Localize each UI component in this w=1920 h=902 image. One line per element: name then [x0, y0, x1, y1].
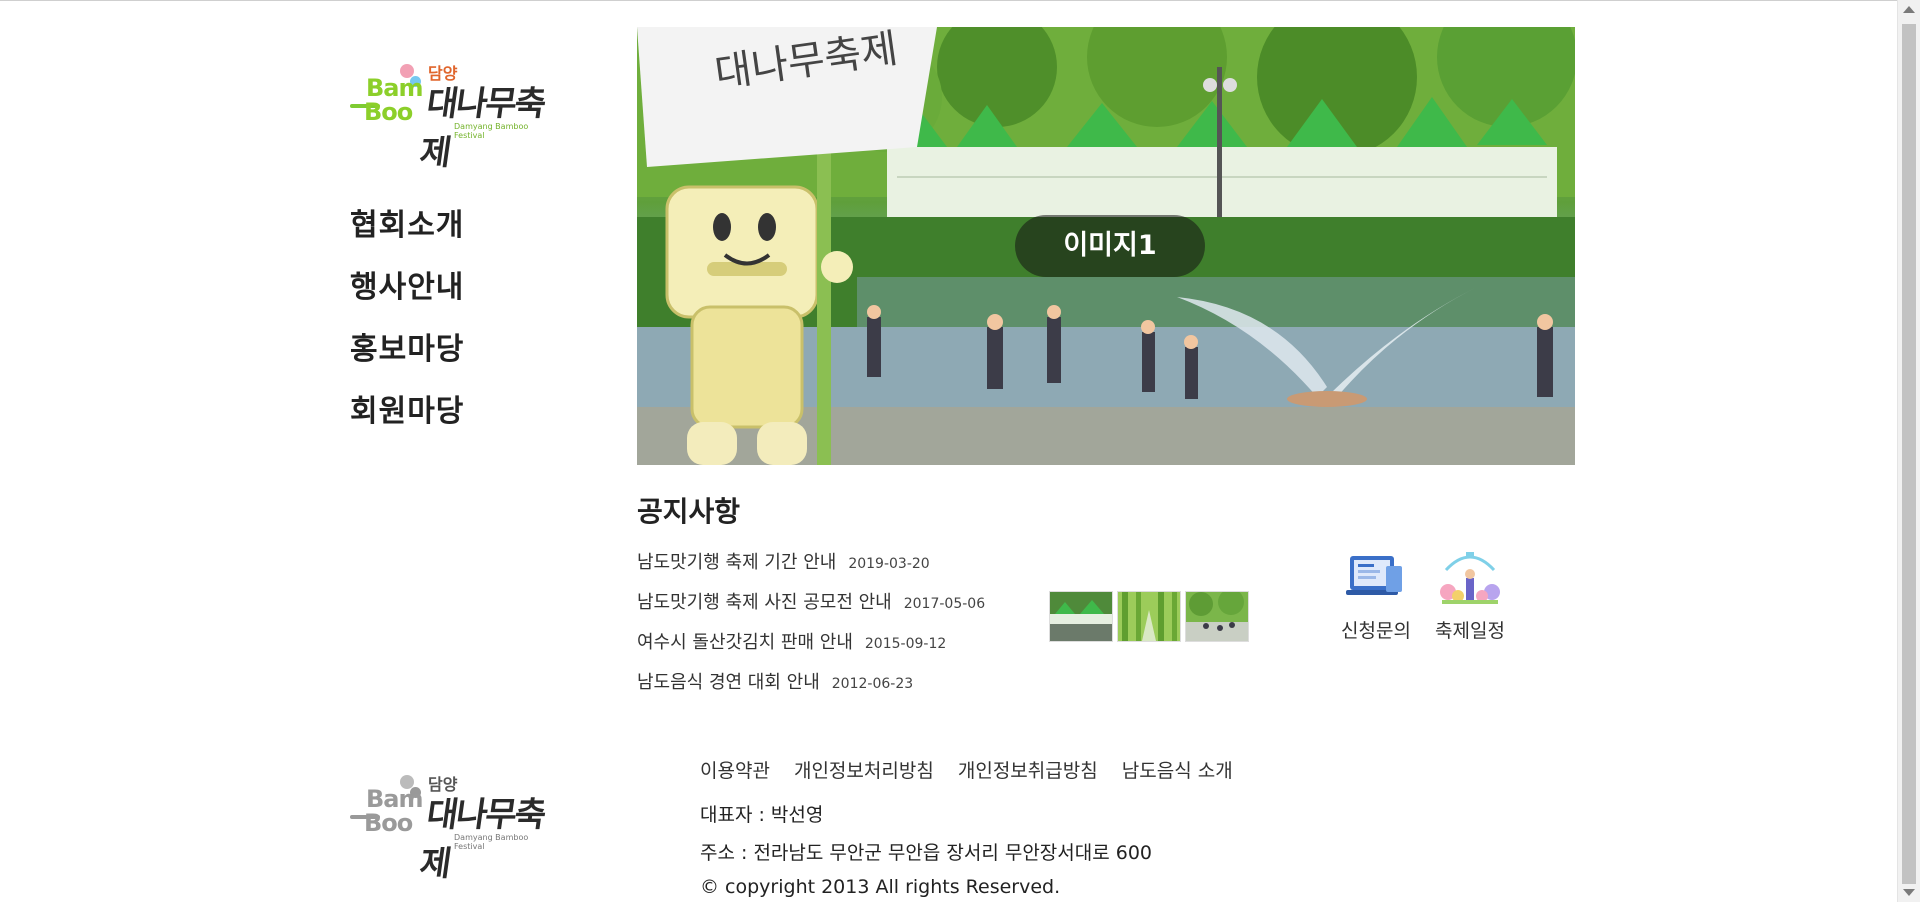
notice-date: 2012-06-23	[831, 676, 914, 692]
notice-title[interactable]: 남도맛기행 축제 기간 안내	[637, 552, 836, 573]
notice-title[interactable]: 남도음식 경연 대회 안내	[637, 672, 820, 693]
quick-link-label: 축제일정	[1435, 620, 1505, 642]
quick-link-inquiry[interactable]: 신청문의	[1330, 548, 1422, 643]
notice-date: 2015-09-12	[864, 636, 947, 652]
logo-text-boo: Boo	[364, 809, 413, 837]
logo-tagline: Damyang Bamboo Festival	[454, 122, 529, 140]
nav-link-promotion[interactable]: 홍보마당	[350, 332, 464, 367]
nav-link-events[interactable]: 행사안내	[350, 270, 464, 305]
notice-item[interactable]: 남도맛기행 축제 기간 안내 2019-03-20	[637, 548, 985, 588]
gallery-thumbnail-3[interactable]	[1185, 591, 1249, 642]
footer-link-terms[interactable]: 이용약관	[700, 760, 770, 782]
nav-item-events: 행사안내	[350, 262, 464, 324]
logo-text-boo: Boo	[364, 98, 413, 126]
gallery-thumbnail-2[interactable]	[1117, 591, 1181, 642]
nav-item-members: 회원마당	[350, 386, 464, 448]
thumbnail-image-1	[1050, 592, 1112, 641]
quick-link-schedule[interactable]: 축제일정	[1424, 548, 1516, 643]
notice-item[interactable]: 남도맛기행 축제 사진 공모전 안내 2017-05-06	[637, 588, 985, 628]
footer-link-privacy-policy[interactable]: 개인정보처리방침	[794, 760, 934, 782]
nav-item-promotion: 홍보마당	[350, 324, 464, 386]
hero-banner[interactable]: 대나무축제 이미지1	[637, 27, 1575, 465]
footer-link-privacy-handling[interactable]: 개인정보취급방침	[958, 760, 1098, 782]
hero-caption: 이미지1	[1015, 215, 1205, 277]
footer-copyright: © copyright 2013 All rights Reserved.	[700, 876, 1061, 898]
site-logo[interactable]: Bam Boo 담양 대나무축제 Damyang Bamboo Festival	[350, 62, 550, 173]
gallery-thumbnails	[1049, 591, 1249, 642]
footer-address: 주소 : 전라남도 무안군 무안읍 장서리 무안장서대로 600	[700, 842, 1153, 864]
notice-item[interactable]: 여수시 돌산갓김치 판매 안내 2015-09-12	[637, 628, 985, 668]
footer-link-food-intro[interactable]: 남도음식 소개	[1122, 760, 1233, 782]
footer-logo: Bam Boo 담양 대나무축제 Damyang Bamboo Festival	[350, 773, 550, 884]
scrollbar-thumb[interactable]	[1902, 24, 1916, 884]
notice-item[interactable]: 남도음식 경연 대회 안내 2012-06-23	[637, 668, 985, 708]
festival-schedule-icon	[1436, 548, 1504, 608]
thumbnail-image-3	[1186, 592, 1248, 641]
main-nav: 협회소개 행사안내 홍보마당 회원마당	[350, 200, 464, 448]
quick-link-label: 신청문의	[1341, 620, 1411, 642]
notice-date: 2019-03-20	[848, 556, 930, 572]
nav-link-about[interactable]: 협회소개	[350, 208, 464, 243]
vertical-scrollbar[interactable]	[1897, 0, 1920, 902]
footer-links: 이용약관 개인정보처리방침 개인정보취급방침 남도음식 소개	[700, 756, 1251, 783]
footer-representative: 대표자 : 박선영	[700, 804, 824, 826]
application-inquiry-icon	[1342, 548, 1410, 608]
notice-list: 남도맛기행 축제 기간 안내 2019-03-20 남도맛기행 축제 사진 공모전…	[637, 548, 985, 708]
logo-tagline: Damyang Bamboo Festival	[454, 833, 529, 851]
nav-item-about: 협회소개	[350, 200, 464, 262]
scroll-up-arrow-icon[interactable]	[1903, 6, 1915, 13]
thumbnail-image-2	[1118, 592, 1180, 641]
scroll-down-arrow-icon[interactable]	[1903, 889, 1915, 896]
nav-link-members[interactable]: 회원마당	[350, 394, 464, 429]
window-top-border	[0, 0, 1898, 1]
notice-title[interactable]: 남도맛기행 축제 사진 공모전 안내	[637, 592, 892, 613]
notice-section-title: 공지사항	[637, 495, 741, 528]
gallery-thumbnail-1[interactable]	[1049, 591, 1113, 642]
notice-title[interactable]: 여수시 돌산갓김치 판매 안내	[637, 632, 853, 653]
notice-date: 2017-05-06	[903, 596, 986, 612]
